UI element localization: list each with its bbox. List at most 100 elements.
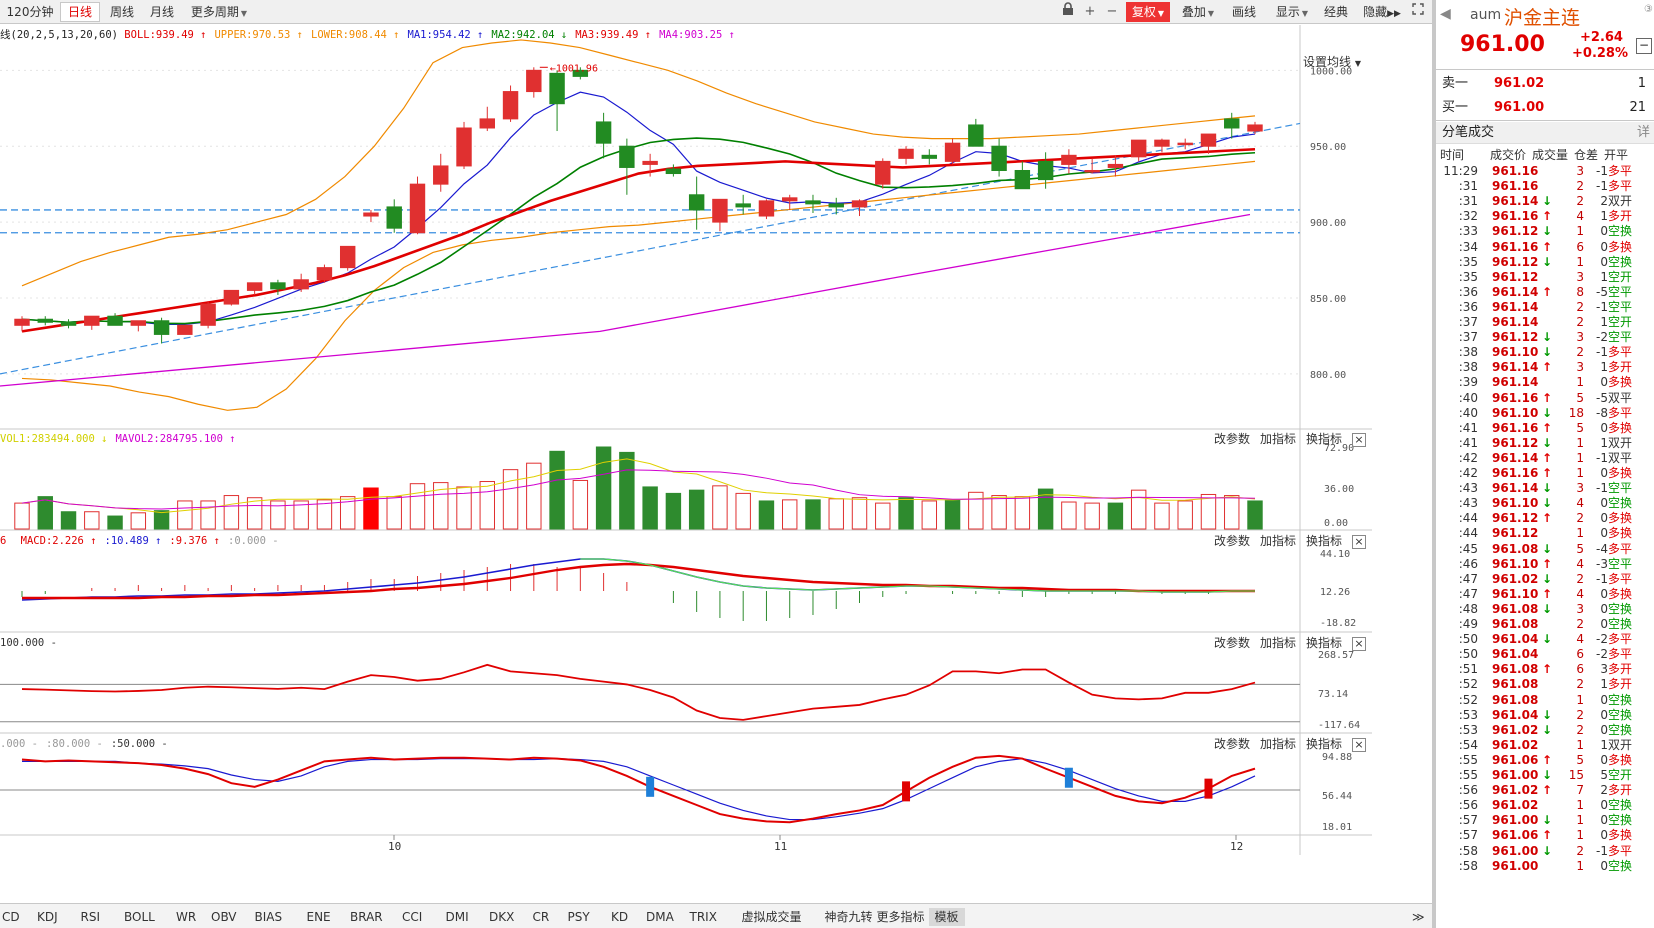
display-dropdown[interactable]: 显示 ▼ — [1270, 2, 1314, 22]
legend-item: MA3:939.49 ↑ — [575, 29, 652, 41]
ticks-detail-button[interactable]: 详 — [1637, 122, 1650, 144]
close-icon[interactable]: × — [1352, 432, 1366, 447]
volume-bar — [1107, 502, 1124, 530]
indicator-tab[interactable]: DMA — [646, 908, 674, 926]
double-chevron-right-icon: ▶▶ — [1387, 9, 1401, 19]
tick-volume: 1 — [1576, 254, 1584, 269]
indicator-tab[interactable]: PSY — [568, 908, 590, 926]
indicator-tab[interactable]: CCI — [402, 908, 422, 926]
indicator-tab[interactable]: 虚拟成交量 — [742, 908, 802, 926]
tick-direction-icon: ↑ — [1542, 752, 1553, 767]
add-indicator-button[interactable]: 加指标 — [1260, 737, 1296, 751]
candle-body — [177, 324, 193, 335]
draw-line-button[interactable]: 画线 — [1226, 2, 1262, 22]
set-ma-button[interactable]: 设置均线 ▼ — [1303, 53, 1361, 70]
tick-volume: 1 — [1576, 435, 1584, 450]
tick-price: 961.10 — [1492, 586, 1539, 601]
tick-price: 961.12 — [1492, 224, 1539, 239]
y-axis-label: 900.00 — [1310, 218, 1346, 229]
indicator-tab[interactable]: 神奇九转 — [825, 908, 873, 926]
tick-row: :44 961.12 1 0 多换 — [1436, 525, 1654, 541]
ticks-list[interactable]: 11:29 961.16 3 -1 多平:31 961.16 2 -1 多平:31 961.14 ↓… — [1436, 163, 1654, 928]
tick-row: :36 961.14 2 -1 空平 — [1436, 299, 1654, 315]
indicator-tab[interactable]: TRIX — [690, 908, 717, 926]
scroll-right-icon[interactable]: ≫ — [1412, 908, 1425, 926]
switch-indicator-button[interactable]: 换指标 — [1306, 432, 1342, 446]
volume-bar — [688, 489, 705, 530]
close-icon[interactable]: × — [1352, 534, 1366, 549]
tick-oi-change: -1 — [1596, 345, 1608, 360]
volume-bar — [14, 502, 30, 530]
indicator-tab[interactable]: KDJ — [37, 908, 58, 926]
tick-time: :38 — [1458, 360, 1478, 375]
switch-indicator-button[interactable]: 换指标 — [1306, 737, 1342, 751]
close-icon[interactable]: × — [1352, 737, 1366, 752]
minus-icon[interactable]: − — [1102, 2, 1122, 22]
tick-type: 空换 — [1608, 858, 1633, 873]
indicator-tab[interactable]: 更多指标 — [877, 908, 925, 926]
collapse-icon[interactable]: − — [1636, 38, 1652, 54]
fullscreen-icon[interactable] — [1408, 2, 1428, 22]
edit-params-button[interactable]: 改参数 — [1214, 534, 1250, 548]
period-monthly-button[interactable]: 月线 — [144, 2, 180, 22]
close-icon[interactable]: × — [1352, 636, 1366, 651]
indicator-tab[interactable]: BRAR — [350, 908, 383, 926]
tick-oi-change: -2 — [1596, 330, 1608, 345]
volume-bar — [200, 500, 216, 530]
hide-button[interactable]: 隐藏▶▶ — [1360, 2, 1404, 22]
indicator-tab[interactable]: RSI — [81, 908, 101, 926]
tick-time: :42 — [1458, 466, 1478, 480]
period-120min-button[interactable]: 120分钟 — [2, 2, 58, 22]
indicator-tab[interactable]: DMI — [446, 908, 469, 926]
switch-indicator-button[interactable]: 换指标 — [1306, 534, 1342, 548]
tick-direction-icon: ↓ — [1542, 405, 1553, 420]
period-daily-button[interactable]: 日线 — [60, 2, 100, 22]
switch-indicator-button[interactable]: 换指标 — [1306, 636, 1342, 650]
lock-icon[interactable] — [1058, 2, 1078, 22]
legend-item: :50.000 - — [110, 738, 168, 750]
indicator-tab[interactable]: 模板 — [928, 908, 965, 926]
classic-button[interactable]: 经典 — [1318, 2, 1354, 22]
edit-params-button[interactable]: 改参数 — [1214, 432, 1250, 446]
tick-oi-change: -4 — [1596, 541, 1608, 556]
indicator-tab[interactable]: KD — [611, 908, 628, 926]
info-icon[interactable]: ③ — [1644, 4, 1653, 15]
tick-type: 多换 — [1608, 466, 1633, 480]
candle-body — [921, 154, 938, 159]
edit-params-button[interactable]: 改参数 — [1214, 636, 1250, 650]
add-indicator-button[interactable]: 加指标 — [1260, 432, 1296, 446]
indicator-tab[interactable]: BOLL — [124, 908, 155, 926]
rights-adjust-dropdown[interactable]: 复权 ▼ — [1126, 2, 1170, 22]
kline-chart-svg[interactable]: 1000.00950.00900.00850.00800.00←1001.967… — [0, 25, 1432, 903]
indicator-tab[interactable]: DKX — [489, 908, 514, 926]
tick-time: :36 — [1458, 299, 1478, 314]
add-indicator-button[interactable]: 加指标 — [1260, 534, 1296, 548]
edit-params-button[interactable]: 改参数 — [1214, 737, 1250, 751]
indicator-tab[interactable]: ENE — [307, 908, 331, 926]
tick-price: 961.16 — [1492, 179, 1539, 194]
period-weekly-button[interactable]: 周线 — [104, 2, 140, 22]
kline-chart-area[interactable]: 1000.00 950.00 900.00 850.00 800.00 ←1001.96 7… — [0, 25, 1432, 903]
indicator-tab[interactable]: WR — [176, 908, 196, 926]
tick-price: 961.12 — [1492, 254, 1539, 269]
plus-icon[interactable]: + — [1080, 2, 1100, 22]
indicator-tab[interactable]: CD — [2, 908, 20, 926]
back-arrow-icon[interactable]: ◀ — [1440, 6, 1451, 22]
tick-type: 空平 — [1608, 299, 1633, 314]
tick-volume: 1 — [1576, 224, 1584, 239]
indicator-tab[interactable]: CR — [533, 908, 550, 926]
overlay-dropdown[interactable]: 叠加 ▼ — [1176, 2, 1220, 22]
candle-body — [1154, 139, 1170, 147]
indicator-tab[interactable]: OBV — [211, 908, 237, 926]
indicator-tab[interactable]: BIAS — [255, 908, 283, 926]
tick-price: 961.10 — [1492, 556, 1539, 571]
tick-oi-change: 1 — [1600, 737, 1608, 752]
more-periods-dropdown[interactable]: 更多周期 ▼ — [184, 2, 254, 22]
tick-volume: 7 — [1576, 783, 1584, 798]
add-indicator-button[interactable]: 加指标 — [1260, 636, 1296, 650]
tick-row: :50 961.04 ↓ 4 -2 多平 — [1436, 631, 1654, 647]
tick-row: :40 961.16 ↑ 5 -5 双平 — [1436, 390, 1654, 406]
tick-type: 多平 — [1608, 179, 1633, 194]
tick-time: :42 — [1458, 450, 1478, 465]
tick-volume: 2 — [1576, 345, 1584, 360]
